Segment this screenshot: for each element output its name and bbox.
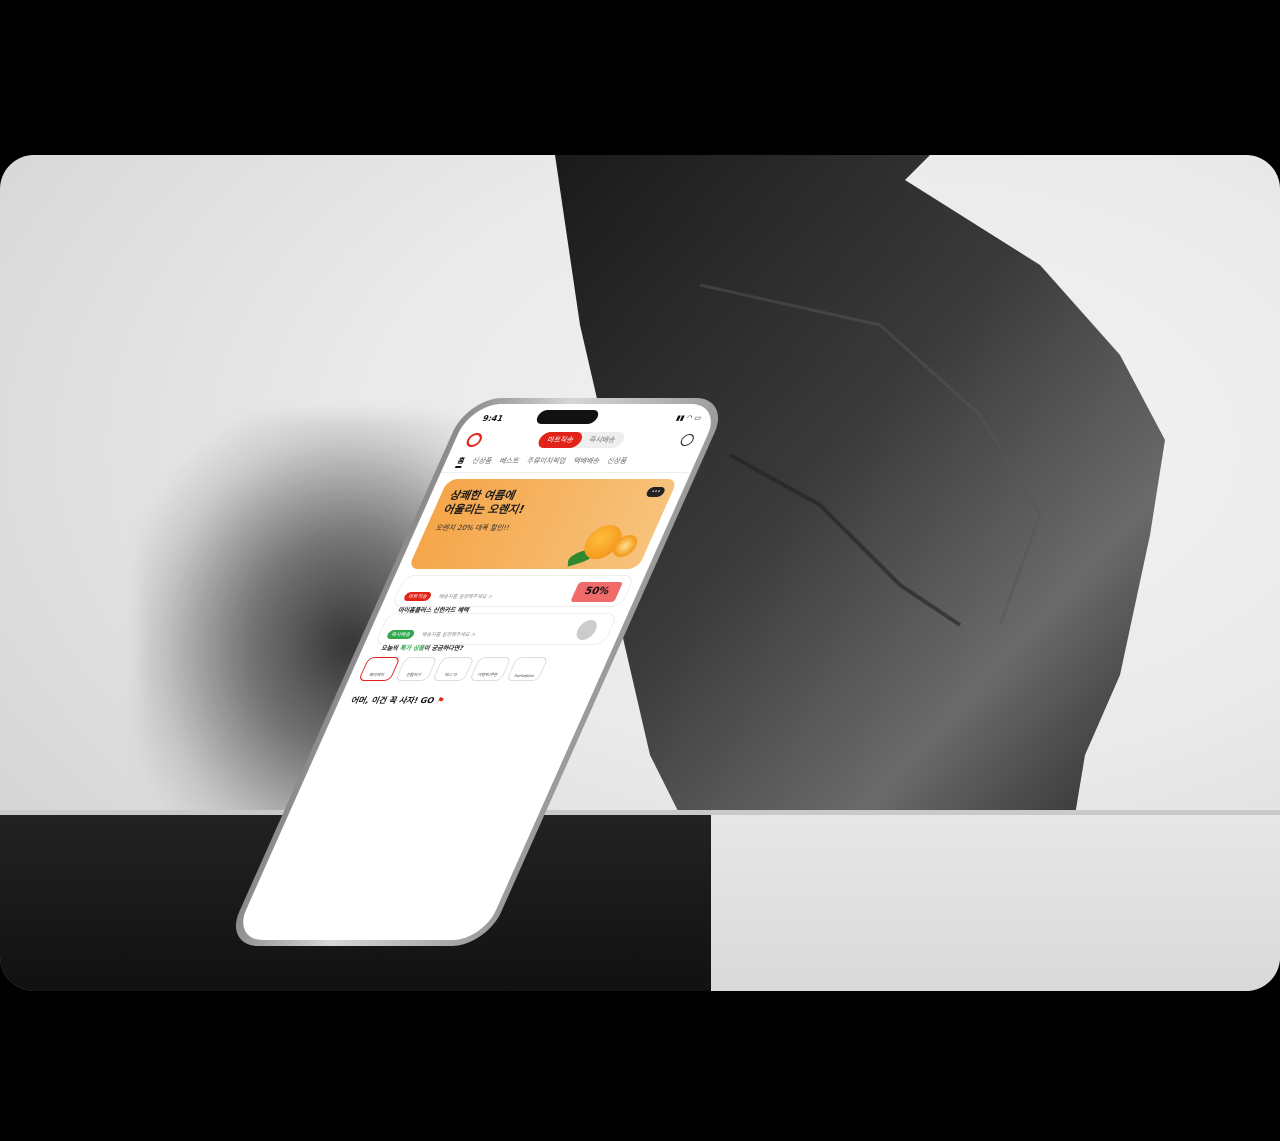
shortcut-row: 페이퍼미 선물하기 하나 더 이벤트/쿠폰 homeplus — [345, 651, 611, 687]
tab-new[interactable]: 신상품 — [469, 456, 494, 468]
coupon-badge: 50% — [570, 582, 624, 602]
mart-address-prompt[interactable]: 배송지를 설정해주세요 > — [438, 594, 494, 600]
promo-banner[interactable]: 상쾌한 여름에 어울리는 오렌지! 오렌지 20% 대폭 할인!! ••• — [407, 479, 678, 569]
instant-address-prompt[interactable]: 배송지를 설정해주세요 > — [421, 632, 477, 638]
mart-tag: 마트직송 — [402, 592, 434, 601]
shortcut-gift[interactable]: 선물하기 — [395, 657, 438, 681]
light-ledge — [711, 815, 1280, 991]
shortcut-homeplus[interactable]: homeplus — [506, 657, 549, 681]
instant-deal-text: 오늘의 특가 상품이 궁금하다면? — [379, 645, 465, 652]
banner-headline: 상쾌한 여름에 어울리는 오렌지! — [441, 489, 527, 516]
delivery-toggle: 마트직송 즉시배송 — [535, 432, 627, 448]
shortcut-event-coupon[interactable]: 이벤트/쿠폰 — [469, 657, 512, 681]
tab-home[interactable]: 홈 — [454, 456, 467, 468]
tab-parcel[interactable]: 택배배송 — [571, 456, 602, 468]
shortcut-paper[interactable]: 페이퍼미 — [358, 657, 401, 681]
tab-mart-delivery[interactable]: 마트직송 — [535, 432, 585, 448]
homeplus-logo-icon[interactable] — [464, 433, 485, 447]
tab-best[interactable]: 베스트 — [497, 456, 522, 468]
instant-tag: 즉시배송 — [385, 630, 417, 639]
mart-benefit-card[interactable]: 마트직송 배송지를 설정해주세요 > 마이홈플러스 신한카드 혜택 50% — [390, 575, 636, 614]
flag-icon: ⚑ — [434, 696, 447, 705]
shortcut-one-more[interactable]: 하나 더 — [432, 657, 475, 681]
banner-page-badge: ••• — [645, 487, 667, 497]
section-title: 어머, 이건 꼭 사자! GO ⚑ — [349, 696, 447, 705]
status-icons: ▮▮ ◠ ▭ — [674, 414, 703, 422]
apple-icon — [573, 620, 601, 640]
category-tabs: 홈 신상품 베스트 주류이지픽업 택배배송 신상품 — [440, 450, 701, 473]
tab-new-2[interactable]: 신상품 — [604, 456, 629, 468]
status-time: 9:41 — [481, 413, 506, 423]
app-header: 마트직송 즉시배송 — [451, 426, 712, 450]
tab-instant-delivery[interactable]: 즉시배송 — [578, 432, 627, 448]
search-icon[interactable] — [678, 434, 696, 446]
dynamic-island — [534, 410, 601, 424]
instant-deal-card[interactable]: 즉시배송 배송지를 설정해주세요 > 오늘의 특가 상품이 궁금하다면? — [374, 613, 619, 652]
tab-liquor-pickup[interactable]: 주류이지픽업 — [524, 456, 568, 468]
